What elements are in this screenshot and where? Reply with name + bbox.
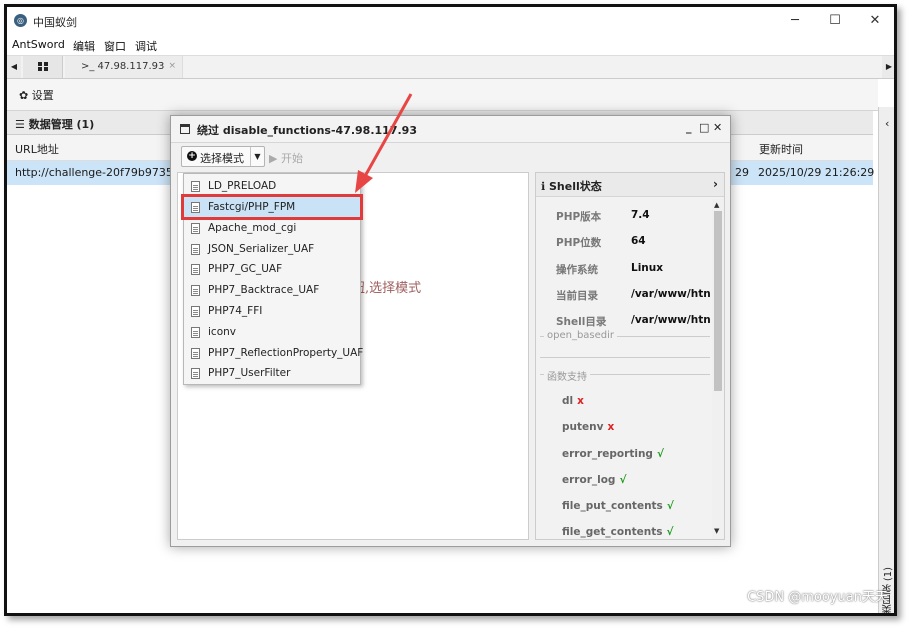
- data-manager-title: ☰ 数据管理 (1): [15, 118, 95, 131]
- tab-shell[interactable]: >_ 47.98.117.93 ×: [65, 56, 183, 78]
- file-icon: [191, 285, 200, 296]
- scrollbar-thumb[interactable]: [714, 211, 722, 391]
- file-icon: [191, 202, 200, 213]
- function-item: error_reporting √: [562, 448, 664, 460]
- function-item: file_get_contents √: [562, 526, 674, 538]
- minimize-button[interactable]: ─: [775, 12, 815, 30]
- app-logo-icon: ◎: [14, 14, 27, 27]
- col-url-header[interactable]: URL地址: [15, 141, 59, 157]
- select-mode-button[interactable]: + 选择模式 ▼: [181, 146, 265, 167]
- menu-bar: AntSword 编辑 窗口 调试: [7, 35, 894, 55]
- chevron-right-icon[interactable]: ›: [713, 177, 718, 191]
- dialog-title: 绕过 disable_functions-47.98.117.93: [197, 124, 417, 137]
- window-icon: [180, 124, 190, 134]
- mode-option[interactable]: PHP7_Backtrace_UAF: [184, 280, 360, 300]
- tab-shell-label: >_ 47.98.117.93: [81, 61, 165, 72]
- function-item: putenv x: [562, 421, 615, 433]
- mode-option[interactable]: PHP74_FFI: [184, 301, 360, 321]
- file-icon: [191, 181, 200, 192]
- dialog-close-button[interactable]: ✕: [713, 121, 722, 134]
- row-url: http://challenge-20f79b9735a3c: [15, 166, 193, 179]
- mode-option-selected[interactable]: Fastcgi/PHP_FPM: [181, 194, 363, 220]
- file-icon: [191, 264, 200, 275]
- shell-status-panel: ℹ Shell状态 › PHP版本 7.4 PHP位数 64 操作系统 Linux 当…: [535, 172, 725, 540]
- tab-scroll-right-icon[interactable]: ▶: [882, 56, 894, 78]
- start-button[interactable]: ▶ 开始: [269, 150, 303, 166]
- output-area: 钮,选择模式 LD_PRELOAD Fastcgi/PHP_FPM Apache…: [177, 172, 529, 540]
- row-ip-tail: 29: [735, 166, 749, 179]
- info-os: 操作系统 Linux: [556, 262, 664, 276]
- col-updated-header[interactable]: 更新时间: [759, 141, 803, 157]
- check-icon: √: [666, 526, 674, 538]
- tab-close-icon[interactable]: ×: [168, 61, 176, 71]
- mode-dropdown: LD_PRELOAD Fastcgi/PHP_FPM Apache_mod_cg…: [181, 173, 363, 385]
- title-bar: ◎ 中国蚁剑 ─ ☐ ✕: [7, 7, 894, 35]
- menu-antsword[interactable]: AntSword: [12, 38, 65, 51]
- tab-bar: ◀ >_ 47.98.117.93 × ▶: [7, 55, 894, 79]
- dialog-maximize-button[interactable]: □: [699, 121, 709, 134]
- info-php-bits: PHP位数 64: [556, 235, 646, 249]
- check-icon: √: [666, 500, 674, 512]
- chevron-left-icon[interactable]: ‹: [885, 117, 889, 130]
- info-shell-dir: Shell目录/var/www/htn: [556, 314, 711, 328]
- dialog-title-bar: 绕过 disable_functions-47.98.117.93 _ □ ✕: [171, 116, 730, 143]
- file-icon: [191, 223, 200, 234]
- file-icon: [191, 348, 200, 359]
- mode-option[interactable]: JSON_Serializer_UAF: [184, 239, 360, 259]
- open-basedir-group: open_basedir: [540, 330, 710, 358]
- file-icon: [191, 327, 200, 338]
- mode-option[interactable]: PHP7_ReflectionProperty_UAF: [184, 343, 363, 363]
- mode-option[interactable]: LD_PRELOAD: [184, 176, 360, 196]
- function-item: file_put_contents √: [562, 500, 674, 512]
- mode-option[interactable]: iconv: [184, 322, 360, 342]
- file-icon: [191, 306, 200, 317]
- scroll-up-icon[interactable]: ▲: [714, 201, 719, 209]
- scroll-down-icon[interactable]: ▼: [714, 527, 719, 535]
- settings-button[interactable]: ✿ 设置: [19, 87, 54, 103]
- open-basedir-label: open_basedir: [544, 330, 618, 341]
- mode-option[interactable]: PHP7_GC_UAF: [184, 259, 360, 279]
- tab-scroll-left-icon[interactable]: ◀: [7, 56, 21, 78]
- menu-edit[interactable]: 编辑: [73, 38, 95, 54]
- select-mode-label: 选择模式: [200, 152, 244, 165]
- check-icon: √: [656, 448, 664, 460]
- bypass-dialog: 绕过 disable_functions-47.98.117.93 _ □ ✕ …: [170, 115, 731, 547]
- app-title: 中国蚁剑: [33, 16, 77, 29]
- tab-home[interactable]: [23, 56, 63, 78]
- hint-text: 钮,选择模式: [352, 281, 422, 296]
- info-current-dir: 当前目录/var/www/htn: [556, 288, 711, 302]
- dialog-toolbar: + 选择模式 ▼ ▶ 开始: [177, 144, 725, 170]
- chevron-down-icon[interactable]: ▼: [250, 147, 264, 166]
- main-toolbar: ✿ 设置: [7, 79, 878, 111]
- vertical-scrollbar[interactable]: ▲ ▼: [712, 199, 724, 539]
- info-php-version: PHP版本 7.4: [556, 209, 650, 223]
- function-item: error_log √: [562, 474, 627, 486]
- file-icon: [191, 368, 200, 379]
- file-icon: [191, 244, 200, 255]
- row-updated: 2025/10/29 21:26:29: [758, 166, 875, 179]
- category-sidebar: ‹ ■ 分类目录 (1): [878, 107, 894, 613]
- shell-status-header: ℹ Shell状态 ›: [536, 173, 724, 197]
- check-icon: √: [619, 474, 627, 486]
- shell-status-title: ℹ Shell状态: [541, 180, 602, 193]
- maximize-button[interactable]: ☐: [815, 12, 855, 30]
- functions-label: 函数支持: [544, 368, 590, 383]
- mode-option[interactable]: Apache_mod_cgi: [184, 218, 360, 238]
- cross-icon: x: [577, 395, 584, 407]
- cross-icon: x: [607, 421, 615, 433]
- grid-icon: [38, 62, 48, 71]
- plus-circle-icon: +: [187, 151, 197, 161]
- dialog-minimize-button[interactable]: _: [686, 121, 692, 134]
- watermark: CSDN @mooyuan天天: [747, 590, 888, 605]
- menu-window[interactable]: 窗口: [104, 38, 126, 54]
- menu-debug[interactable]: 调试: [135, 38, 157, 54]
- mode-option[interactable]: PHP7_UserFilter: [184, 363, 360, 383]
- close-button[interactable]: ✕: [855, 12, 894, 30]
- function-item: dl x: [562, 395, 584, 407]
